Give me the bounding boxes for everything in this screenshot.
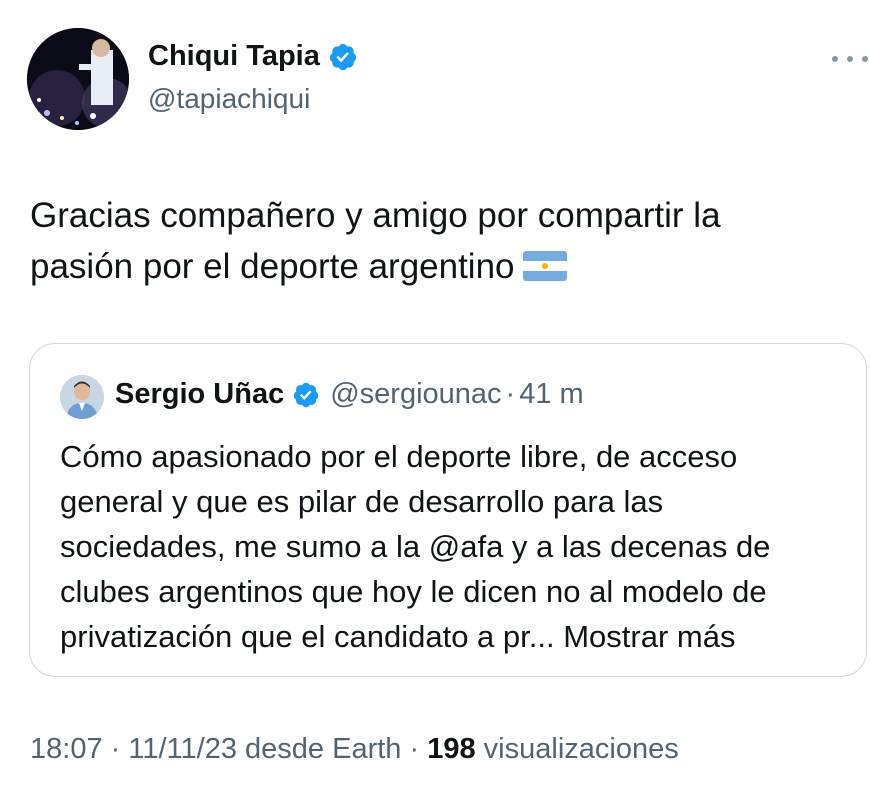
quoted-text-line: general y que es pilar de desarrollo par… xyxy=(60,484,664,519)
author-name[interactable]: Chiqui Tapia xyxy=(148,40,358,73)
argentina-flag-icon xyxy=(522,244,567,295)
show-more-link[interactable]: Mostrar más xyxy=(563,619,735,654)
tweet-source: desde Earth xyxy=(245,733,402,765)
author-avatar[interactable] xyxy=(27,28,129,130)
quoted-author-handle[interactable]: @sergiounac xyxy=(330,378,501,411)
quoted-text-line: clubes argentinos que hoy le dicen no al… xyxy=(60,574,767,609)
verified-badge-icon xyxy=(328,42,358,72)
quoted-author-name[interactable]: Sergio Uñac xyxy=(115,378,284,411)
quoted-text-line: privatización que el candidato a pr... xyxy=(60,619,555,654)
dot xyxy=(847,56,853,62)
views-count[interactable]: 198 xyxy=(427,733,475,765)
author-handle[interactable]: @tapiachiqui xyxy=(148,83,310,115)
views-label[interactable]: visualizaciones xyxy=(484,733,679,765)
separator-dot: · xyxy=(110,733,121,765)
separator-dot: · xyxy=(505,378,516,410)
verified-badge-icon xyxy=(292,381,320,409)
author-name-text[interactable]: Chiqui Tapia xyxy=(148,40,320,73)
dot xyxy=(862,56,868,62)
tweet-text-content: Gracias compañero y amigo por compartir … xyxy=(30,196,721,286)
more-options-icon[interactable] xyxy=(832,52,868,66)
quoted-timestamp[interactable]: 41 m xyxy=(519,378,583,411)
quoted-header: Sergio Uñac @sergiounac · 41 m xyxy=(115,378,584,411)
tweet-date[interactable]: 11/11/23 xyxy=(128,733,237,765)
tweet-time[interactable]: 18:07 xyxy=(30,733,103,765)
quoted-tweet-card[interactable]: Sergio Uñac @sergiounac · 41 m Cómo apas… xyxy=(29,343,867,677)
quoted-text-line: Cómo apasionado por el deporte libre, de… xyxy=(60,439,738,474)
quoted-text-last-line: privatización que el candidato a pr... M… xyxy=(60,614,850,659)
dot xyxy=(832,56,838,62)
quoted-text-line: sociedades, me sumo a la @afa y a las de… xyxy=(60,529,771,564)
tweet-text: Gracias compañero y amigo por compartir … xyxy=(30,190,830,295)
tweet-metadata: 18:07 · 11/11/23 desde Earth · 198 visua… xyxy=(30,733,679,766)
separator-dot: · xyxy=(409,733,420,765)
quoted-tweet-text: Cómo apasionado por el deporte libre, de… xyxy=(60,434,850,659)
quoted-author-avatar[interactable] xyxy=(60,375,104,419)
